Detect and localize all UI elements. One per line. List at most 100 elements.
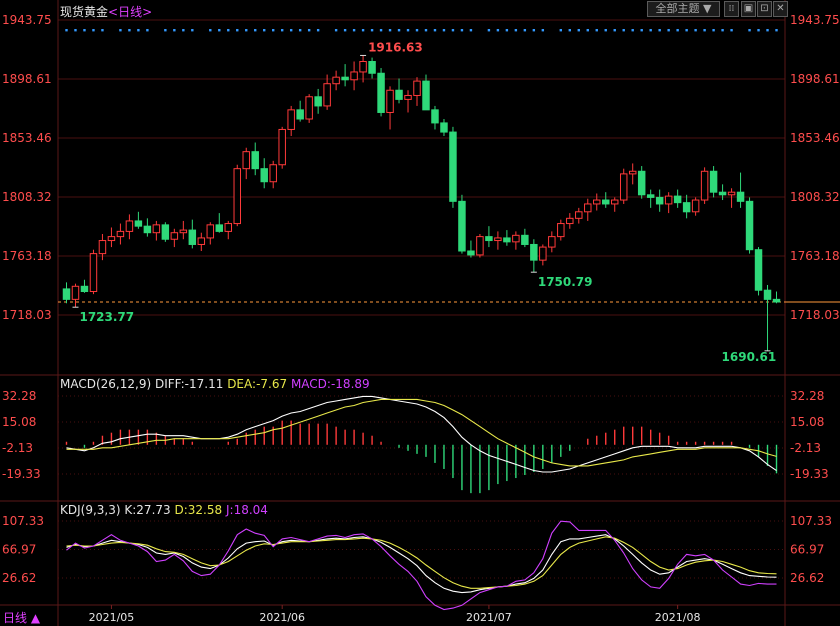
event-marker bbox=[343, 29, 347, 32]
event-marker bbox=[469, 29, 473, 32]
candle-body bbox=[548, 236, 556, 248]
event-marker bbox=[397, 29, 401, 32]
candle-body bbox=[718, 191, 727, 196]
footer-period-label: 日线 bbox=[3, 611, 28, 625]
event-marker bbox=[406, 29, 410, 32]
candle-body bbox=[772, 298, 781, 303]
kdj-k-value: 27.73 bbox=[136, 503, 171, 517]
candle-body bbox=[350, 71, 358, 81]
event-marker bbox=[712, 29, 715, 32]
event-marker bbox=[640, 29, 643, 32]
event-marker bbox=[568, 29, 571, 32]
event-marker bbox=[379, 29, 383, 32]
event-marker bbox=[694, 29, 697, 32]
macd-macd-value: -18.89 bbox=[330, 377, 370, 391]
kdj-j-value: 18.04 bbox=[233, 503, 268, 517]
candle-body bbox=[89, 253, 98, 293]
kdj-legend: KDJ(9,3,3) K:27.73 D:32.58 J:18.04 bbox=[60, 503, 268, 517]
candle-body bbox=[467, 250, 475, 256]
event-marker bbox=[146, 29, 149, 32]
event-marker bbox=[775, 29, 778, 32]
macd-tick-left: 15.08 bbox=[2, 415, 36, 429]
macd-tick-left: -19.33 bbox=[2, 467, 41, 481]
candle-body bbox=[512, 234, 520, 243]
event-marker bbox=[307, 29, 311, 32]
x-tick-label: 2021/07 bbox=[466, 611, 512, 624]
macd-tick-right: 32.28 bbox=[790, 389, 824, 403]
chart-canvas[interactable]: 1718.03 1718.03 1763.18 1763.18 1808.32 1808.… bbox=[0, 0, 840, 626]
macd-tick-right: -19.33 bbox=[790, 467, 829, 481]
candle-body bbox=[188, 229, 197, 245]
candle-body bbox=[197, 237, 206, 245]
extreme-price-label: 1723.77 bbox=[79, 310, 134, 324]
kdj-k-line bbox=[66, 534, 777, 594]
macd-tick-right: -2.13 bbox=[790, 441, 821, 455]
candle-body bbox=[269, 164, 277, 183]
period-footer-button[interactable]: 日线 ▲ bbox=[3, 609, 40, 626]
event-marker bbox=[505, 29, 509, 32]
event-marker bbox=[236, 29, 239, 32]
event-marker bbox=[101, 29, 104, 32]
event-marker bbox=[703, 29, 706, 32]
price-tick-right: 1898.61 bbox=[790, 72, 840, 86]
candle-body bbox=[395, 89, 403, 100]
candle-body bbox=[628, 170, 637, 175]
candle-body bbox=[413, 80, 421, 96]
event-marker bbox=[182, 29, 185, 32]
candle-body bbox=[521, 234, 529, 245]
close-icon[interactable]: ✕ bbox=[773, 1, 788, 17]
macd-title: MACD(26,12,9) bbox=[60, 377, 152, 391]
kdj-d-value: 32.58 bbox=[187, 503, 223, 517]
event-marker bbox=[604, 29, 607, 32]
macd-dea-label: DEA: bbox=[227, 377, 257, 391]
candle-body bbox=[377, 72, 385, 113]
grid-layout-icon[interactable]: ⁞⁞ bbox=[724, 1, 739, 17]
maximize-icon[interactable]: ⊡ bbox=[757, 1, 772, 17]
candle-body bbox=[116, 230, 125, 238]
candle-body bbox=[431, 109, 439, 124]
candle-body bbox=[143, 225, 152, 234]
restore-icon[interactable]: ▣ bbox=[741, 1, 756, 17]
event-marker bbox=[254, 29, 257, 32]
event-marker bbox=[289, 29, 293, 32]
kdj-d-label: D: bbox=[174, 503, 188, 517]
candle-body bbox=[278, 128, 286, 166]
period-selector[interactable]: 日线 bbox=[118, 5, 142, 19]
kdj-d-line bbox=[66, 536, 777, 589]
candle-body bbox=[161, 224, 170, 240]
event-marker bbox=[721, 29, 724, 32]
theme-dropdown[interactable]: 全部主题 ▼ bbox=[647, 1, 720, 17]
event-marker bbox=[415, 29, 419, 32]
candle-body bbox=[709, 170, 718, 193]
candle-body bbox=[557, 223, 565, 238]
kdj-tick-right: 66.97 bbox=[790, 543, 824, 557]
candle-body bbox=[736, 191, 745, 202]
candle-body bbox=[610, 199, 619, 205]
event-marker bbox=[685, 29, 688, 32]
candle-body bbox=[682, 202, 691, 213]
candle-body bbox=[655, 196, 664, 205]
event-marker bbox=[218, 29, 221, 32]
event-marker bbox=[667, 29, 670, 32]
event-marker bbox=[164, 29, 167, 32]
price-tick-left: 1763.18 bbox=[2, 249, 52, 263]
event-marker bbox=[559, 29, 563, 32]
candle-body bbox=[305, 96, 313, 120]
candle-body bbox=[296, 109, 304, 120]
price-tick-left: 1943.75 bbox=[2, 13, 52, 27]
price-tick-right: 1763.18 bbox=[790, 249, 840, 263]
event-marker bbox=[523, 29, 527, 32]
x-tick-label: 2021/08 bbox=[655, 611, 701, 624]
macd-dea-value: -7.67 bbox=[256, 377, 288, 391]
event-marker bbox=[280, 29, 284, 32]
candle-body bbox=[673, 195, 682, 204]
event-marker bbox=[137, 29, 140, 32]
instrument-title: 现货黄金 bbox=[60, 5, 109, 19]
candle-body bbox=[593, 199, 601, 205]
candle-body bbox=[619, 173, 628, 201]
candle-body bbox=[215, 224, 224, 232]
event-marker bbox=[370, 29, 374, 32]
candle-body bbox=[763, 289, 772, 300]
price-tick-left: 1898.61 bbox=[2, 72, 52, 86]
price-tick-left: 1853.46 bbox=[2, 131, 52, 145]
